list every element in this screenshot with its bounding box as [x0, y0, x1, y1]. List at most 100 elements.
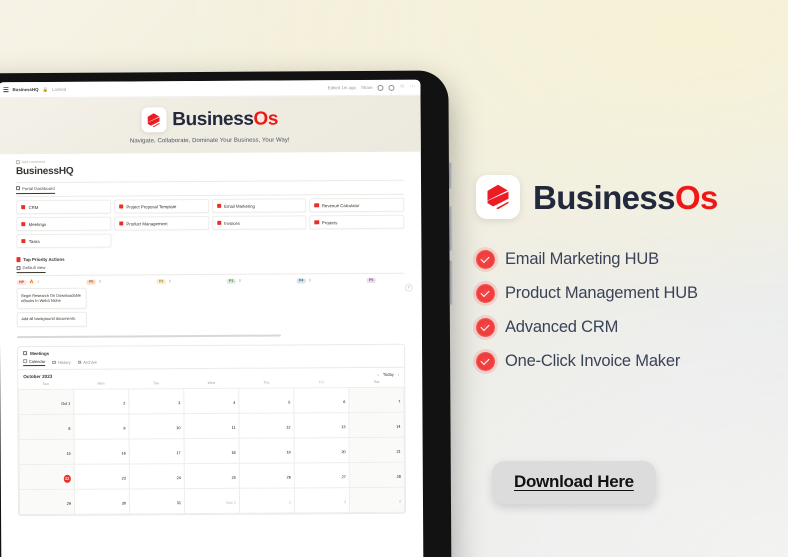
tab-calendar[interactable]: Calendar	[23, 358, 46, 367]
board-column-count: 0	[308, 278, 311, 283]
calendar-day-cell[interactable]: 19	[239, 438, 295, 464]
dashboard-card[interactable]: Email Marketing	[211, 198, 307, 213]
edited-status: Edited 1m ago	[327, 85, 356, 91]
star-icon[interactable]: ☆	[400, 84, 405, 91]
dashboard-card-label: Meetings	[28, 221, 47, 227]
calendar-day-cell[interactable]: 3	[294, 487, 351, 514]
share-button[interactable]: Share	[361, 85, 373, 90]
board-card[interactable]: Begin Research On Downloadable eBooks In…	[16, 287, 87, 309]
dashboard-card-grid: CRM Project Proposal Template Email Mark…	[16, 197, 405, 249]
board-card[interactable]: Add all background documents.	[16, 311, 87, 327]
grid-icon	[16, 186, 21, 191]
hero-tagline: Navigate, Collaborate, Dominate Your Bus…	[129, 137, 290, 145]
calendar-day-cell[interactable]: 27	[294, 462, 350, 489]
dashboard-card[interactable]: Invoices	[211, 215, 307, 230]
calendar-day-number: 14	[396, 424, 401, 429]
calendar-day-cell[interactable]: 10	[129, 413, 185, 440]
help-button[interactable]: ?	[404, 283, 413, 292]
feature-label: Product Management HUB	[505, 284, 698, 302]
priority-chip: P5	[366, 277, 376, 284]
calendar-day-number: 5	[288, 400, 291, 405]
comment-icon[interactable]	[377, 84, 384, 91]
board-horizontal-scrollbar[interactable]	[16, 334, 281, 338]
breadcrumb[interactable]: BusinessHQ	[12, 87, 38, 92]
tab-history[interactable]: History	[52, 360, 71, 365]
dashboard-card[interactable]: Projects	[309, 214, 405, 230]
calendar-day-cell[interactable]: 3	[129, 388, 185, 415]
dashboard-card[interactable]: Meetings	[16, 216, 112, 232]
calendar-icon	[21, 221, 26, 227]
fire-icon: 🔥	[29, 279, 35, 285]
calendar-day-cell[interactable]: 15	[19, 439, 75, 465]
calendar-day-number: 24	[176, 475, 181, 480]
calendar-day-cell[interactable]: 26	[239, 463, 295, 489]
mail-icon	[216, 203, 222, 209]
archive-view-icon	[77, 360, 82, 365]
calendar-day-cell[interactable]: 17	[129, 438, 185, 465]
feature-item: One-Click Invoice Maker	[476, 352, 786, 371]
calendar-day-cell[interactable]: 2	[239, 488, 296, 514]
dashboard-card[interactable]: CRM	[16, 199, 111, 215]
calendar-day-cell[interactable]: 6	[294, 387, 350, 414]
tablet-power-button[interactable]	[448, 162, 454, 189]
calendar-day-cell[interactable]: 20	[294, 437, 350, 464]
calendar-today-button[interactable]: Today	[383, 372, 394, 377]
calendar-day-cell[interactable]: Nov 1	[184, 488, 241, 514]
board-column-count: 0	[168, 279, 171, 284]
businessos-logo-icon	[141, 107, 167, 133]
calendar-day-cell[interactable]: 11	[184, 413, 240, 439]
board-column-header: P4 0	[296, 277, 367, 284]
more-horizontal-icon[interactable]: ⋯	[410, 83, 416, 90]
calendar-day-cell[interactable]: 23	[74, 464, 130, 490]
calendar-day-cell[interactable]: 21	[349, 437, 405, 463]
dashboard-card[interactable]: Tasks	[16, 233, 112, 249]
calendar-day-cell[interactable]: 13	[294, 412, 350, 439]
calendar-day-number: Oct 1	[61, 401, 71, 406]
clock-icon[interactable]	[388, 84, 395, 91]
feature-label: Email Marketing HUB	[505, 250, 659, 268]
calendar-day-cell[interactable]: 8	[19, 414, 75, 440]
board-column-count: 0	[98, 279, 101, 284]
board-column-header: P2 0	[156, 278, 227, 285]
tablet-screen: BusinessHQ 🔒 Locked Edited 1m ago Share …	[0, 79, 424, 557]
calendar-day-cell[interactable]: 31	[129, 488, 186, 515]
calendar-day-cell[interactable]: 29	[19, 489, 76, 515]
calendar-heading-label: Meetings	[30, 350, 50, 356]
hamburger-icon[interactable]	[3, 87, 9, 92]
calendar-day-cell[interactable]: 30	[74, 489, 131, 515]
calendar-day-cell[interactable]: 25	[184, 463, 240, 489]
calendar-day-cell[interactable]: 4	[349, 487, 406, 513]
businessos-logo-icon	[476, 175, 520, 219]
calendar-day-cell[interactable]: 5	[239, 388, 295, 414]
check-icon	[21, 238, 26, 244]
dashboard-card[interactable]: Revenue Calculator	[309, 197, 405, 213]
calendar-day-cell[interactable]: 2	[74, 389, 130, 415]
check-circle-icon	[476, 250, 495, 269]
tab-default-view[interactable]: Default view	[16, 264, 46, 274]
download-here-button[interactable]: Download Here	[492, 461, 656, 504]
calendar-day-cell[interactable]: Oct 1	[19, 389, 75, 415]
calendar-day-cell[interactable]: 22	[19, 464, 75, 490]
calendar-day-cell[interactable]: 12	[239, 413, 295, 439]
tablet-volume-down-button[interactable]	[449, 260, 454, 305]
calendar-next-button[interactable]: ›	[398, 372, 399, 377]
dashboard-card[interactable]: Product Management	[113, 215, 209, 231]
calendar-prev-button[interactable]: ‹	[378, 372, 379, 377]
calendar-day-number: 11	[231, 425, 236, 430]
calendar-day-cell[interactable]: 9	[74, 414, 130, 440]
calendar-day-cell[interactable]: 16	[74, 439, 130, 465]
calendar-day-number: 10	[176, 425, 181, 430]
calendar-day-cell[interactable]: 18	[184, 438, 240, 464]
priority-chip: P2	[156, 278, 166, 285]
calendar-day-number: 18	[231, 450, 236, 455]
calendar-day-cell[interactable]: 28	[349, 462, 405, 488]
calendar-day-cell[interactable]: 7	[349, 387, 405, 413]
calendar-day-cell[interactable]: 14	[349, 412, 405, 438]
calendar-day-cell[interactable]: 4	[184, 388, 240, 414]
calendar-day-cell[interactable]: 24	[129, 463, 185, 490]
tab-portal-dashboard[interactable]: Portal Dashboard	[16, 185, 55, 194]
tablet-volume-up-button[interactable]	[449, 206, 454, 251]
dashboard-card[interactable]: Project Proposal Template	[113, 198, 209, 214]
tab-archive[interactable]: Archive	[77, 360, 97, 365]
calendar-day-number: 12	[286, 425, 291, 430]
